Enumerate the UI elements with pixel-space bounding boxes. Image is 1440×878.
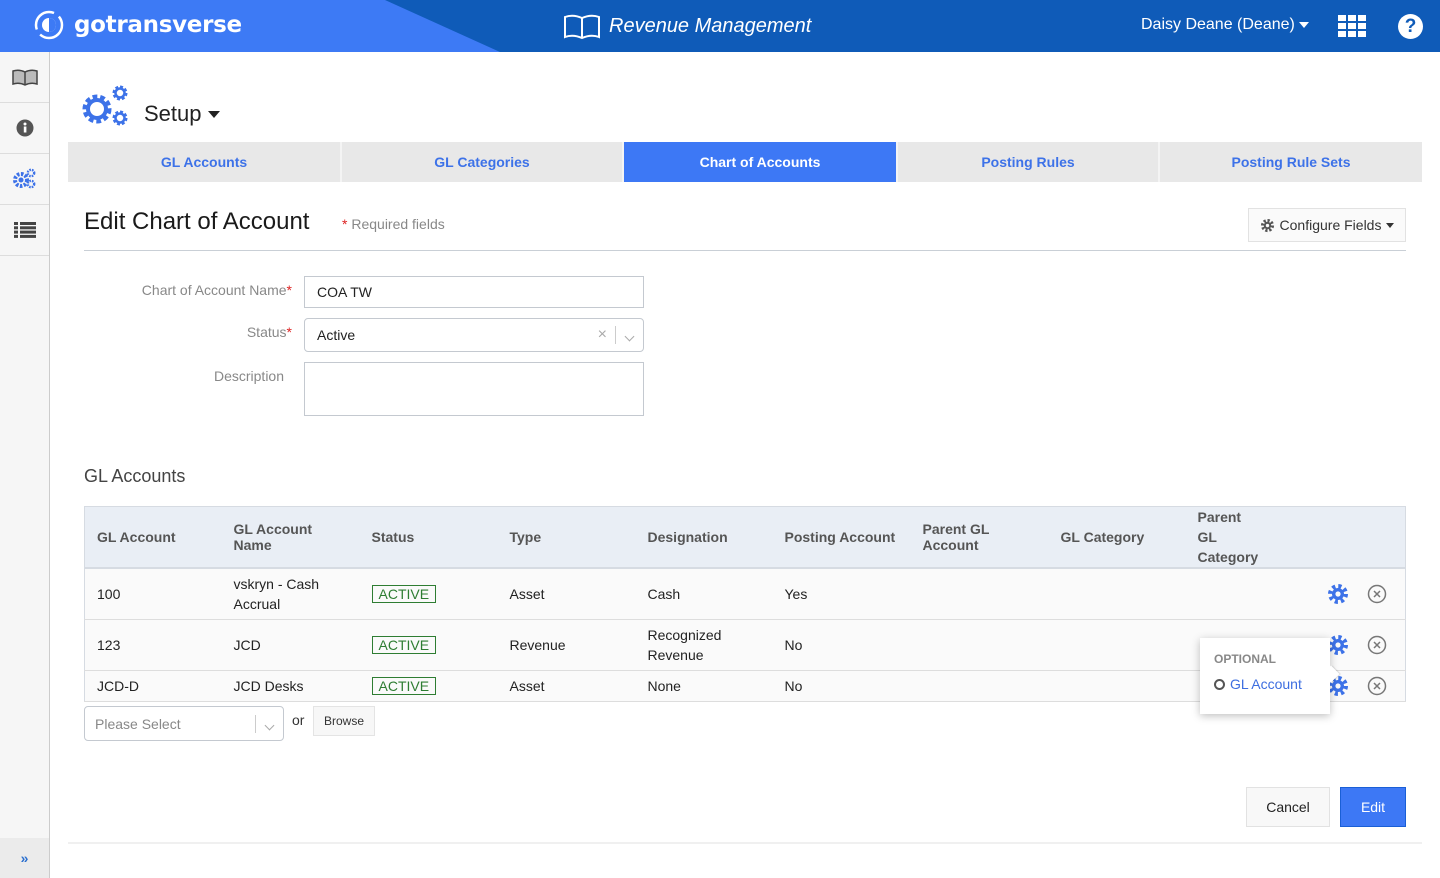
sidebar-item-setup[interactable] [0, 154, 49, 205]
list-icon [13, 222, 36, 238]
caret-down-icon [1298, 22, 1309, 28]
add-select-placeholder: Please Select [95, 715, 181, 732]
brand-name: gotransverse [74, 12, 242, 38]
col-gl-account: GL Account [84, 506, 222, 569]
gotransverse-logo-icon [34, 10, 64, 40]
tab-posting-rules[interactable]: Posting Rules [898, 142, 1160, 182]
tab-posting-rule-sets[interactable]: Posting Rule Sets [1160, 142, 1422, 182]
or-text: or [292, 712, 305, 728]
top-bar: gotransverse Revenue Management Daisy De… [0, 0, 1440, 52]
book-icon [11, 69, 38, 86]
book-icon [564, 14, 600, 40]
popover-option-gl-account[interactable]: GL Account [1214, 676, 1316, 692]
sidebar-item-list[interactable] [0, 205, 49, 256]
col-gl-category: GL Category [1048, 506, 1186, 569]
col-actions [1275, 506, 1406, 569]
sidebar-expand-button[interactable]: » [0, 838, 49, 878]
remove-row-icon[interactable] [1367, 635, 1387, 655]
description-label: Description [213, 368, 284, 384]
col-posting-account: Posting Account [772, 506, 911, 569]
app-title-text: Revenue Management [609, 14, 812, 37]
browse-button[interactable]: Browse [313, 706, 375, 736]
col-parent-gl-category: Parent GL Category [1185, 506, 1276, 569]
tab-chart-of-accounts[interactable]: Chart of Accounts [624, 142, 898, 182]
remove-row-icon[interactable] [1367, 584, 1387, 604]
user-name: Daisy Deane (Deane) [1141, 16, 1295, 33]
double-chevron-right-icon: » [20, 850, 29, 866]
clear-icon[interactable]: × [590, 326, 615, 344]
add-gl-account-select[interactable]: Please Select [84, 706, 284, 741]
setup-gears-icon [82, 85, 128, 126]
table-row: 100 vskryn - Cash Accrual ACTIVE Asset C… [84, 568, 1406, 620]
caret-down-icon [1386, 222, 1395, 228]
cancel-button[interactable]: Cancel [1246, 787, 1330, 827]
tab-gl-categories[interactable]: GL Categories [342, 142, 624, 182]
caret-down-icon [207, 110, 220, 118]
apps-grid-icon[interactable] [1338, 15, 1366, 37]
remove-row-icon[interactable] [1367, 676, 1387, 696]
gears-icon [12, 168, 35, 189]
setup-header: Setup [82, 85, 220, 129]
col-type: Type [497, 506, 636, 569]
chevron-down-icon [256, 716, 283, 732]
required-note: * Required fields [342, 216, 445, 232]
status-label: Status* [246, 324, 292, 340]
optional-fields-popover: OPTIONAL GL Account [1200, 638, 1340, 714]
chevron-down-icon[interactable] [616, 327, 643, 343]
row-settings-gear-icon[interactable] [1327, 634, 1349, 656]
setup-label: Setup [144, 101, 202, 126]
sidebar-item-revenue[interactable] [0, 52, 49, 103]
user-menu[interactable]: Daisy Deane (Deane) [1141, 16, 1309, 34]
row-settings-gear-icon[interactable] [1327, 583, 1349, 605]
col-designation: Designation [635, 506, 773, 569]
status-badge: ACTIVE [371, 676, 437, 695]
main-content: Setup GL Accounts GL Categories Chart of… [50, 52, 1440, 878]
sidebar-item-info[interactable] [0, 103, 49, 154]
help-icon[interactable]: ? [1398, 14, 1423, 39]
col-status: Status [359, 506, 498, 569]
configure-fields-button[interactable]: Configure Fields [1248, 208, 1406, 242]
status-badge: ACTIVE [371, 584, 437, 603]
brand-logo[interactable]: gotransverse [32, 8, 242, 42]
sidebar: » [0, 52, 50, 878]
col-gl-account-name: GL Account Name [221, 506, 360, 569]
app-title: Revenue Management [563, 12, 811, 40]
status-value: Active [317, 327, 356, 343]
edit-panel: Edit Chart of Account * Required fields … [68, 182, 1422, 844]
page-title: Edit Chart of Account [84, 208, 310, 235]
gl-accounts-section-title: GL Accounts [84, 466, 186, 486]
table-header-row: GL Account GL Account Name Status Type D… [84, 506, 1406, 569]
col-parent-gl-account: Parent GL Account [910, 506, 1049, 569]
configure-fields-label: Configure Fields [1279, 217, 1382, 233]
radio-icon [1214, 678, 1225, 690]
gear-icon [1260, 218, 1274, 232]
popover-heading: OPTIONAL [1214, 652, 1276, 666]
chart-name-input[interactable]: COA TW [304, 276, 644, 308]
setup-dropdown[interactable]: Setup [144, 101, 220, 127]
info-icon [16, 119, 33, 137]
divider [84, 250, 1406, 251]
tab-gl-accounts[interactable]: GL Accounts [68, 142, 342, 182]
chart-name-label: Chart of Account Name* [141, 282, 292, 298]
description-textarea[interactable] [304, 362, 644, 416]
tab-bar: GL Accounts GL Categories Chart of Accou… [68, 142, 1422, 182]
edit-button[interactable]: Edit [1340, 787, 1406, 827]
status-badge: ACTIVE [371, 635, 437, 654]
status-select[interactable]: Active × [304, 318, 644, 352]
